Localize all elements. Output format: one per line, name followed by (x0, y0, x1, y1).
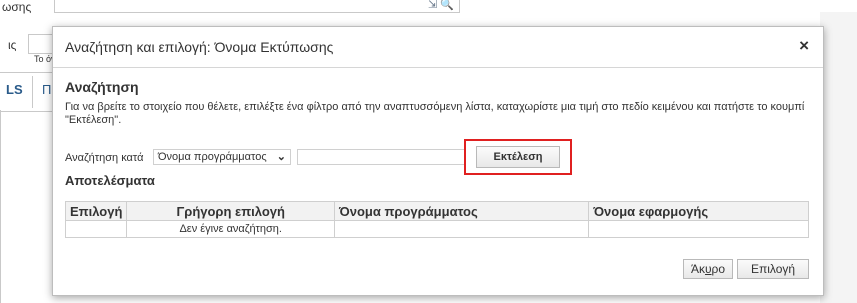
background-tab-divider (32, 76, 33, 108)
results-table: Επιλογή Γρήγορη επιλογή Όνομα προγράμματ… (64, 201, 809, 238)
table-header-row: Επιλογή Γρήγορη επιλογή Όνομα προγράμματ… (64, 201, 809, 221)
background-right-panel (820, 12, 857, 303)
execute-button[interactable]: Εκτέλεση (476, 146, 560, 168)
background-tab[interactable]: Π (42, 82, 51, 97)
table-cell (588, 220, 809, 238)
search-by-select[interactable]: Όνομα προγράμματος ⌄ (153, 149, 291, 165)
chevron-down-icon: ⌄ (276, 151, 286, 163)
cancel-label-prefix: Άκ (690, 262, 705, 276)
background-divider (0, 110, 1, 303)
column-quick-select: Γρήγορη επιλογή (126, 201, 336, 221)
background-search-icon[interactable]: ⇲ 🔍 (428, 0, 454, 11)
search-select-dialog: Αναζήτηση και επιλογή: Όνομα Εκτύπωσης ×… (52, 26, 824, 296)
search-input[interactable] (297, 149, 465, 165)
search-by-value: Όνομα προγράμματος (158, 151, 267, 163)
results-section-title: Αποτελέσματα (65, 173, 155, 188)
table-cell (64, 220, 128, 238)
search-section-title: Αναζήτηση (65, 79, 139, 95)
column-application-name: Όνομα εφαρμογής (588, 201, 809, 221)
table-row: Δεν έγινε αναζήτηση. (64, 220, 809, 238)
column-select: Επιλογή (64, 201, 128, 221)
dialog-header: Αναζήτηση και επιλογή: Όνομα Εκτύπωσης × (53, 27, 823, 68)
column-program-name: Όνομα προγράμματος (334, 201, 590, 221)
no-search-message: Δεν έγινε αναζήτηση. (126, 220, 336, 238)
background-field-label: ωσης (2, 0, 32, 14)
select-button[interactable]: Επιλογή (737, 259, 809, 279)
table-cell (334, 220, 590, 238)
search-instructions: Για να βρείτε το στοιχείο που θέλετε, επ… (65, 101, 805, 126)
search-by-label: Αναζήτηση κατά (65, 152, 144, 164)
close-icon[interactable]: × (799, 37, 809, 55)
background-tab-active[interactable]: LS (6, 82, 23, 97)
cancel-button[interactable]: Άκυρο (683, 259, 733, 279)
background-label: ις (8, 38, 17, 52)
cancel-label-suffix: ρο (711, 262, 726, 276)
dialog-title: Αναζήτηση και επιλογή: Όνομα Εκτύπωσης (65, 39, 334, 55)
background-field[interactable] (54, 0, 460, 13)
